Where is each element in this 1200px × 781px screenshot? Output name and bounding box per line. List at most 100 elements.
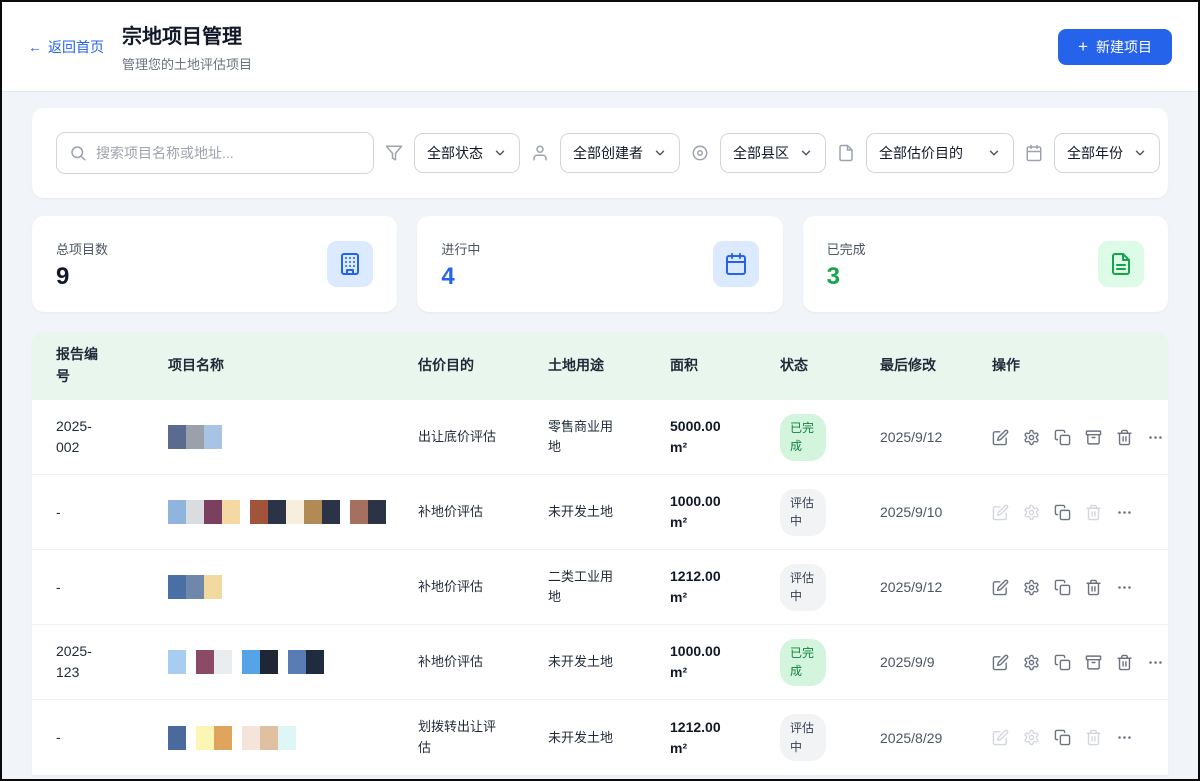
redacted-text-block bbox=[368, 500, 386, 524]
district-filter-select[interactable]: 全部县区 bbox=[720, 133, 826, 173]
purpose-cell: 补地价评估 bbox=[394, 625, 524, 700]
area-cell: 1212.00 m² bbox=[646, 700, 756, 775]
more-icon bbox=[1147, 654, 1164, 671]
edit-action-button[interactable] bbox=[992, 654, 1009, 671]
settings-action-button[interactable] bbox=[1023, 579, 1040, 596]
status-badge: 已完成 bbox=[780, 639, 826, 686]
purpose-filter-select[interactable]: 全部估价目的 bbox=[866, 133, 1014, 173]
trash-action-button[interactable] bbox=[1085, 579, 1102, 596]
copy-action-button[interactable] bbox=[1054, 654, 1071, 671]
search-icon bbox=[69, 144, 87, 162]
settings-icon bbox=[1023, 504, 1040, 521]
land-use-cell: 未开发土地 bbox=[524, 625, 646, 700]
settings-action-button[interactable] bbox=[1023, 729, 1040, 746]
redacted-text-block bbox=[168, 425, 186, 449]
table-row: -划拨转出让评估未开发土地1212.00 m²评估中2025/8/29 bbox=[32, 700, 1168, 775]
back-link-label: 返回首页 bbox=[48, 37, 104, 57]
chevron-down-icon bbox=[799, 146, 813, 160]
settings-action-button[interactable] bbox=[1023, 654, 1040, 671]
report-no-cell: - bbox=[32, 700, 144, 775]
trash-action-button[interactable] bbox=[1085, 504, 1102, 521]
stat-label: 总项目数 bbox=[56, 239, 108, 258]
trash-action-button[interactable] bbox=[1116, 654, 1133, 671]
report-no-cell: 2025-123 bbox=[32, 625, 144, 700]
trash-icon bbox=[1085, 579, 1102, 596]
project-name-cell bbox=[144, 550, 394, 625]
redacted-text-block bbox=[204, 500, 222, 524]
archive-action-button[interactable] bbox=[1085, 429, 1102, 446]
table-row: -补地价评估二类工业用地1212.00 m²评估中2025/9/12 bbox=[32, 550, 1168, 625]
block-gap bbox=[278, 650, 288, 674]
status-cell: 已完成 bbox=[756, 400, 856, 475]
redacted-text-block bbox=[186, 425, 204, 449]
search-input[interactable] bbox=[96, 145, 361, 161]
settings-action-button[interactable] bbox=[1023, 504, 1040, 521]
more-action-button[interactable] bbox=[1147, 429, 1164, 446]
last-modified-cell: 2025/9/12 bbox=[856, 400, 968, 475]
edit-action-button[interactable] bbox=[992, 579, 1009, 596]
settings-icon bbox=[1023, 429, 1040, 446]
project-name-cell bbox=[144, 625, 394, 700]
creator-filter-select[interactable]: 全部创建者 bbox=[560, 133, 680, 173]
stat-card-in-progress: 进行中 4 bbox=[417, 216, 782, 312]
copy-action-button[interactable] bbox=[1054, 429, 1071, 446]
more-icon bbox=[1116, 579, 1133, 596]
actions-cell bbox=[968, 400, 1168, 475]
more-action-button[interactable] bbox=[1116, 504, 1133, 521]
copy-icon bbox=[1054, 504, 1071, 521]
more-icon bbox=[1116, 729, 1133, 746]
title-block: 宗地项目管理 管理您的土地评估项目 bbox=[122, 20, 252, 73]
trash-action-button[interactable] bbox=[1085, 729, 1102, 746]
redacted-text-block bbox=[222, 500, 240, 524]
actions-cell bbox=[968, 700, 1168, 775]
chevron-down-icon bbox=[493, 146, 507, 160]
area-cell: 1000.00 m² bbox=[646, 625, 756, 700]
more-action-button[interactable] bbox=[1147, 654, 1164, 671]
copy-action-button[interactable] bbox=[1054, 579, 1071, 596]
redacted-project-name bbox=[168, 575, 394, 599]
edit-action-button[interactable] bbox=[992, 729, 1009, 746]
redacted-text-block bbox=[286, 500, 304, 524]
col-report-no: 报告编号 bbox=[32, 332, 144, 400]
actions-cell bbox=[968, 475, 1168, 550]
stat-label: 进行中 bbox=[441, 239, 480, 258]
copy-action-button[interactable] bbox=[1054, 504, 1071, 521]
redacted-project-name bbox=[168, 425, 394, 449]
area-cell: 1212.00 m² bbox=[646, 550, 756, 625]
user-icon bbox=[531, 144, 549, 162]
redacted-text-block bbox=[168, 726, 186, 750]
settings-action-button[interactable] bbox=[1023, 429, 1040, 446]
status-filter-select[interactable]: 全部状态 bbox=[414, 133, 520, 173]
top-bar: ← 返回首页 宗地项目管理 管理您的土地评估项目 + 新建项目 bbox=[2, 2, 1198, 92]
copy-icon bbox=[1054, 579, 1071, 596]
redacted-text-block bbox=[288, 650, 306, 674]
stat-icon-box bbox=[713, 241, 759, 287]
col-project-name: 项目名称 bbox=[144, 332, 394, 400]
copy-action-button[interactable] bbox=[1054, 729, 1071, 746]
col-modified: 最后修改 bbox=[856, 332, 968, 400]
trash-action-button[interactable] bbox=[1116, 429, 1133, 446]
redacted-text-block bbox=[242, 650, 260, 674]
status-cell: 评估中 bbox=[756, 550, 856, 625]
col-purpose: 估价目的 bbox=[394, 332, 524, 400]
more-action-button[interactable] bbox=[1116, 729, 1133, 746]
new-project-button[interactable]: + 新建项目 bbox=[1058, 29, 1172, 65]
edit-action-button[interactable] bbox=[992, 504, 1009, 521]
status-badge: 已完成 bbox=[780, 414, 826, 461]
block-gap bbox=[232, 726, 242, 750]
redacted-text-block bbox=[214, 726, 232, 750]
report-no-cell: - bbox=[32, 550, 144, 625]
redacted-text-block bbox=[268, 500, 286, 524]
redacted-text-block bbox=[304, 500, 322, 524]
year-filter-select[interactable]: 全部年份 bbox=[1054, 133, 1160, 173]
area-cell: 1000.00 m² bbox=[646, 475, 756, 550]
table-header-row: 报告编号 项目名称 估价目的 土地用途 面积 状态 最后修改 操作 bbox=[32, 332, 1168, 400]
edit-action-button[interactable] bbox=[992, 429, 1009, 446]
archive-action-button[interactable] bbox=[1085, 654, 1102, 671]
back-home-link[interactable]: ← 返回首页 bbox=[28, 37, 104, 57]
col-status: 状态 bbox=[756, 332, 856, 400]
settings-icon bbox=[1023, 729, 1040, 746]
more-action-button[interactable] bbox=[1116, 579, 1133, 596]
project-table: 报告编号 项目名称 估价目的 土地用途 面积 状态 最后修改 操作 2025-0… bbox=[32, 332, 1168, 775]
more-icon bbox=[1116, 504, 1133, 521]
